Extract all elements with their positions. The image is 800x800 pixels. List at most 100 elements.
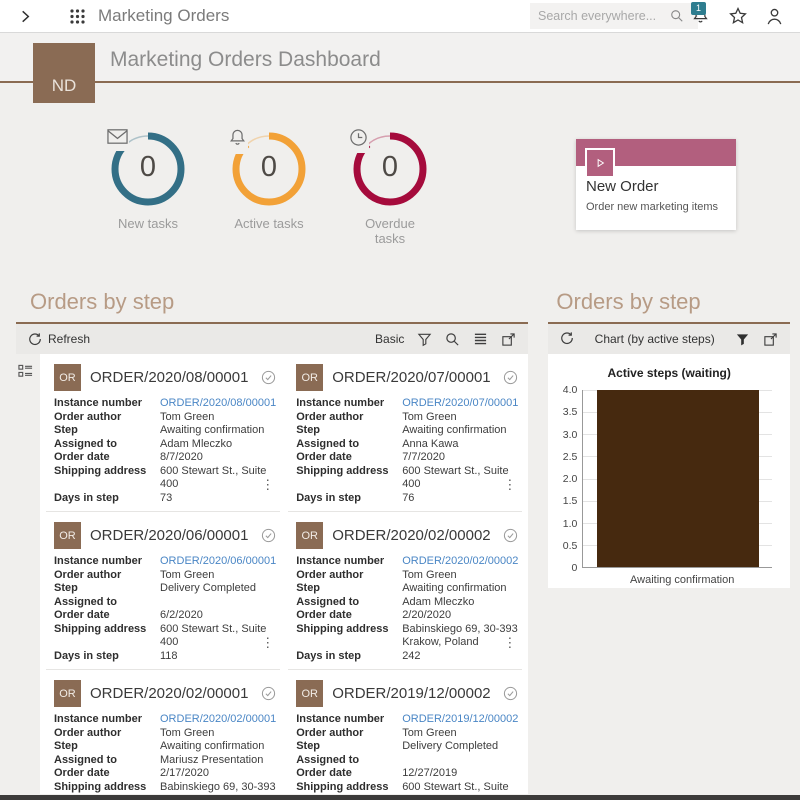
- new-order-tile[interactable]: New Order Order new marketing items: [576, 139, 736, 230]
- search-icon[interactable]: [445, 332, 460, 347]
- kpi-ring: 0: [348, 127, 428, 207]
- field-label: Order date: [54, 767, 110, 779]
- more-options-icon[interactable]: ⋮: [503, 793, 516, 794]
- field-label: Step: [54, 424, 78, 436]
- field-row: Days in step 76: [296, 492, 518, 506]
- favorites-star-icon[interactable]: [728, 6, 748, 26]
- field-row: Order date 12/27/2019: [296, 767, 518, 781]
- field-label: Assigned to: [296, 753, 360, 766]
- field-label: Days in step: [296, 491, 361, 504]
- field-label: Assigned to: [296, 437, 360, 450]
- search-box[interactable]: [530, 3, 698, 29]
- field-label: Step: [296, 740, 321, 752]
- order-card-header: OR ORDER/2020/07/00001: [296, 364, 518, 391]
- field-row: Assigned to Anna Kawa: [296, 438, 518, 452]
- order-card-header: OR ORDER/2019/12/00002: [296, 680, 518, 707]
- kpi-row: 0 New tasks 0 Active tasks 0 Overdue tas…: [106, 127, 800, 246]
- field-label: Instance number: [296, 397, 385, 409]
- field-label: Instance number: [296, 713, 385, 725]
- kpi-value: 0: [139, 151, 157, 184]
- field-label: Instance number: [54, 555, 143, 567]
- bar-awaiting-confirmation[interactable]: [596, 390, 759, 567]
- order-card: OR ORDER/2019/12/00002 Instance number ORDE…: [288, 670, 522, 794]
- field-value: 73: [160, 491, 173, 504]
- dashboard-header: ND Marketing Orders Dashboard: [0, 33, 800, 103]
- field-value: 2/17/2020: [160, 767, 209, 779]
- filter-applied-icon[interactable]: [735, 332, 750, 347]
- field-row: Step Awaiting confirmation: [54, 424, 276, 438]
- notifications-button[interactable]: 1: [691, 2, 711, 26]
- process-badge: OR: [54, 364, 81, 391]
- status-check-icon[interactable]: [261, 370, 276, 385]
- field-row: Order date 2/20/2020: [296, 609, 518, 623]
- user-profile-icon[interactable]: [765, 7, 784, 26]
- orders-chart-section: Orders by step Chart (by active steps) A…: [548, 289, 790, 794]
- status-check-icon[interactable]: [261, 528, 276, 543]
- field-row: Order author Tom Green: [54, 727, 276, 741]
- notification-badge: 1: [691, 2, 706, 15]
- order-card: OR ORDER/2020/07/00001 Instance number ORDE…: [288, 354, 523, 512]
- more-options-icon[interactable]: ⋮: [261, 635, 274, 651]
- refresh-button[interactable]: [560, 331, 574, 348]
- more-options-icon[interactable]: ⋮: [261, 477, 274, 493]
- instance-number-link[interactable]: ORDER/2020/02/00001: [160, 713, 276, 727]
- field-value: 600 Stewart St., Suite 400: [402, 464, 509, 491]
- field-value: [402, 754, 518, 768]
- more-options-icon[interactable]: ⋮: [261, 793, 274, 794]
- kpi-active-tasks[interactable]: 0 Active tasks: [227, 127, 309, 243]
- field-label: Instance number: [54, 397, 143, 409]
- status-check-icon[interactable]: [503, 528, 518, 543]
- compact-view-toggle-icon[interactable]: [18, 364, 33, 379]
- instance-number-link[interactable]: ORDER/2020/06/00001: [160, 555, 276, 569]
- field-row: Step Delivery Completed: [296, 740, 518, 754]
- open-in-new-icon[interactable]: [501, 332, 516, 347]
- instance-number-link[interactable]: ORDER/2019/12/00002: [402, 713, 518, 727]
- filter-icon[interactable]: [417, 332, 432, 347]
- kpi-value: 0: [381, 151, 399, 184]
- field-value: Awaiting confirmation: [402, 424, 507, 436]
- order-cards-grid: OR ORDER/2020/08/00001 Instance number ORDE…: [40, 354, 528, 794]
- chart-area: 4.0 3.5 3.0 2.5 2.0 1.5 1.0 0.5 0: [548, 384, 790, 574]
- field-label: Shipping address: [54, 780, 147, 793]
- field-value: 118: [160, 649, 178, 662]
- chart-title: Active steps (waiting): [607, 366, 731, 380]
- orders-list-section: Orders by step Refresh Basic OR ORDER/20…: [16, 289, 529, 794]
- field-value: Awaiting confirmation: [402, 582, 507, 594]
- y-axis-tick-label: 2.5: [562, 450, 578, 463]
- instance-number-link[interactable]: ORDER/2020/08/00001: [160, 397, 276, 411]
- kpi-overdue-tasks[interactable]: 0 Overdue tasks: [348, 127, 430, 246]
- more-options-icon[interactable]: ⋮: [503, 635, 516, 651]
- view-selector[interactable]: Basic: [375, 332, 404, 346]
- field-label: Order author: [296, 568, 364, 581]
- status-check-icon[interactable]: [261, 686, 276, 701]
- list-view-icon[interactable]: [473, 332, 488, 346]
- orders-section-title: Orders by step: [30, 289, 175, 314]
- refresh-icon: [561, 331, 574, 344]
- field-label: Order author: [296, 410, 364, 423]
- dashboard-sections: Orders by step Refresh Basic OR ORDER/20…: [16, 289, 790, 794]
- open-in-new-icon[interactable]: [763, 332, 778, 347]
- expand-menu-chevron-icon[interactable]: [18, 9, 33, 24]
- y-axis-tick-label: 3.5: [562, 406, 578, 419]
- status-check-icon[interactable]: [503, 686, 518, 701]
- more-options-icon[interactable]: ⋮: [503, 477, 516, 493]
- process-badge: OR: [296, 680, 324, 707]
- instance-number-link[interactable]: ORDER/2020/07/00001: [402, 397, 518, 411]
- instance-number-link[interactable]: ORDER/2020/02/00002: [402, 555, 518, 569]
- kpi-new-tasks[interactable]: 0 New tasks: [106, 127, 188, 243]
- field-row: Instance number ORDER/2020/02/00001: [54, 713, 276, 727]
- status-check-icon[interactable]: [503, 370, 518, 385]
- field-row: Shipping address 600 Stewart St., Suite 4…: [296, 781, 518, 795]
- search-input[interactable]: [538, 9, 670, 23]
- field-row: Instance number ORDER/2020/08/00001: [54, 397, 276, 411]
- chart-view-label[interactable]: Chart (by active steps): [574, 332, 735, 346]
- field-label: Assigned to: [296, 595, 360, 608]
- app-launcher-grid-icon[interactable]: [69, 8, 86, 25]
- field-label: Order author: [54, 410, 122, 423]
- refresh-button[interactable]: Refresh: [28, 332, 90, 346]
- bar-chart-panel: Active steps (waiting) 4.0 3.5 3.0 2.5 2.0 1.…: [548, 354, 790, 588]
- field-value: Delivery Completed: [402, 740, 499, 752]
- kpi-label: Overdue tasks: [365, 216, 415, 246]
- field-value: Babinskiego 69, 30-393 Krakow, Poland: [160, 780, 276, 793]
- field-row: Instance number ORDER/2020/06/00001: [54, 555, 276, 569]
